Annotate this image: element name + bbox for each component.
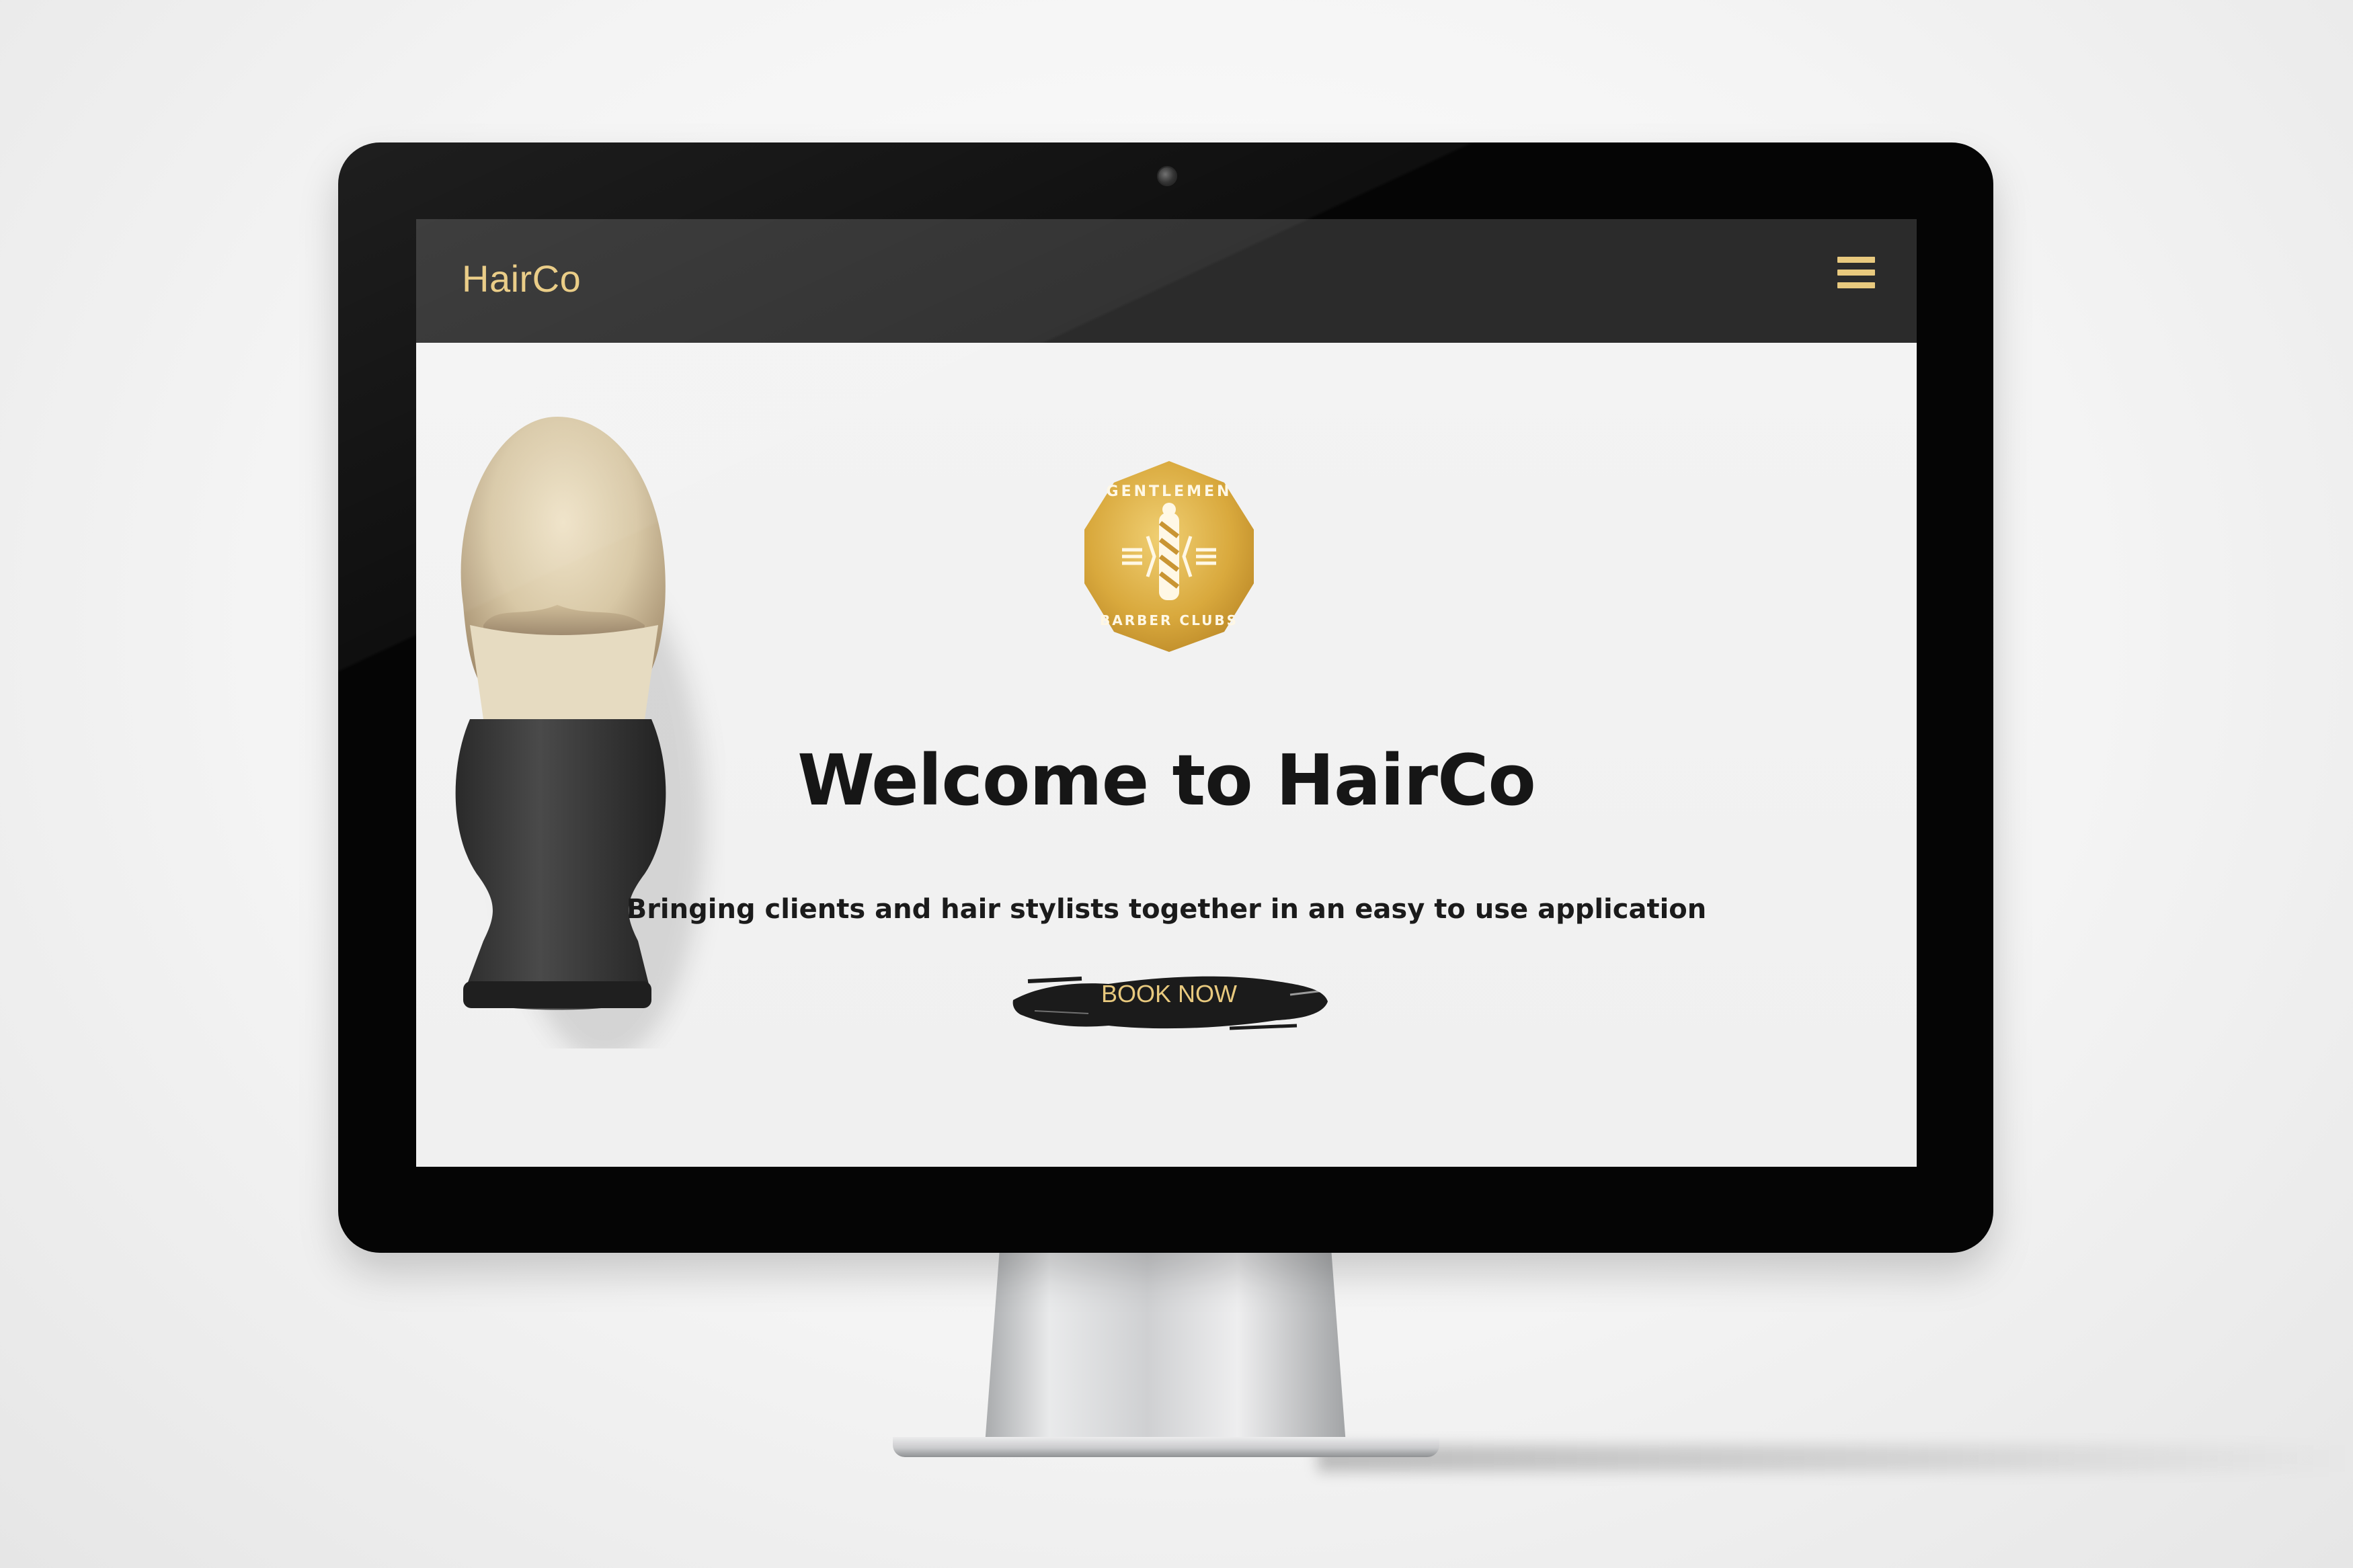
hamburger-menu-icon[interactable] [1837,257,1875,294]
monitor-stand-neck [985,1253,1346,1444]
brand-link[interactable]: HairCo [462,257,581,300]
shaving-brush-image [455,417,705,1048]
book-now-label: BOOK NOW [1101,980,1237,1007]
hero-headline: Welcome to HairCo [797,739,1536,821]
webcam-icon [1157,166,1177,186]
menu-bar [1837,257,1875,263]
menu-bar [1837,270,1875,276]
logo-text-top: GENTLEMEN [1107,483,1232,500]
book-now-button[interactable]: BOOK NOW [1008,961,1330,1042]
navbar: HairCo [416,219,1917,343]
hero-section: GENTLEMEN BARBER CLUBS Welcome to HairCo… [416,343,1917,1167]
stand-shadow [1318,1445,2353,1472]
logo-text-bottom: BARBER CLUBS [1100,612,1238,628]
scene: HairCo GENTLEMEN BARBER CLUBS Welcome to… [0,0,2353,1568]
hero-subheadline: Bringing clients and hair stylists toget… [626,894,1707,925]
monitor-stand-foot [893,1437,1439,1457]
monitor: HairCo GENTLEMEN BARBER CLUBS Welcome to… [338,142,1993,1253]
barber-club-logo: GENTLEMEN BARBER CLUBS [1084,461,1254,652]
browser-viewport: HairCo GENTLEMEN BARBER CLUBS Welcome to… [416,219,1917,1167]
menu-bar [1837,282,1875,288]
